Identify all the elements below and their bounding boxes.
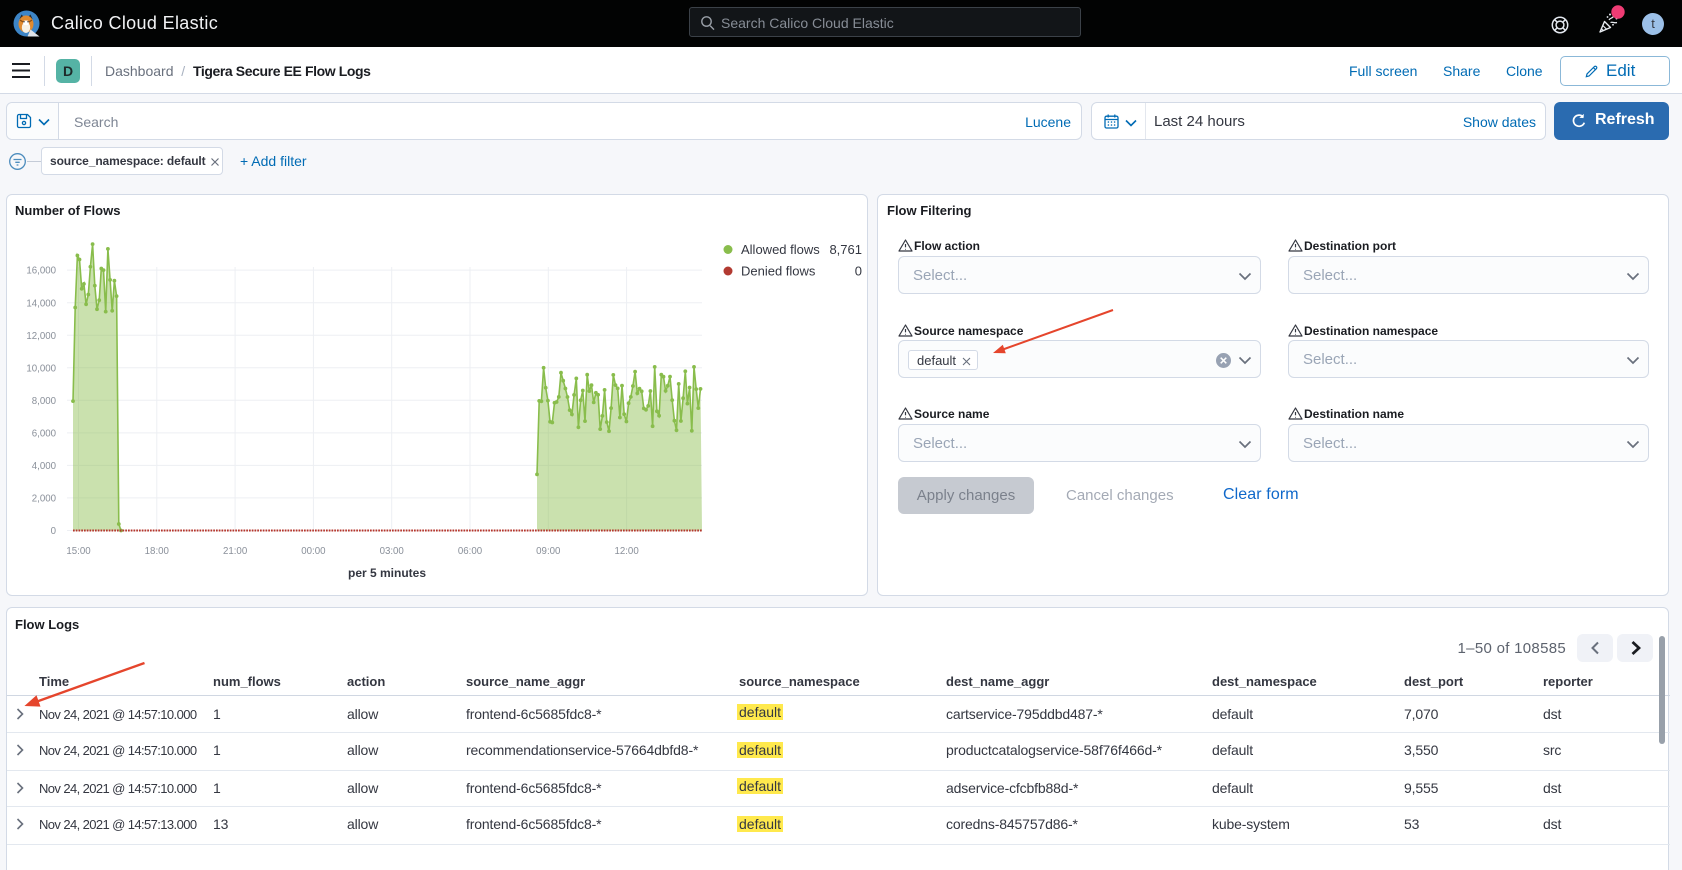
svg-text:Allowed flows: Allowed flows [741, 242, 820, 257]
svg-text:12,000: 12,000 [26, 331, 56, 342]
svg-text:Denied flows: Denied flows [741, 264, 816, 279]
svg-text:03:00: 03:00 [380, 546, 405, 557]
svg-text:21:00: 21:00 [223, 546, 248, 557]
svg-text:00:00: 00:00 [301, 546, 326, 557]
svg-text:16,000: 16,000 [26, 266, 56, 277]
svg-text:0: 0 [51, 526, 57, 537]
svg-text:8,761: 8,761 [829, 242, 862, 257]
svg-text:15:00: 15:00 [66, 546, 91, 557]
svg-text:0: 0 [855, 264, 862, 279]
svg-text:06:00: 06:00 [458, 546, 483, 557]
svg-text:10,000: 10,000 [26, 363, 56, 374]
svg-text:14,000: 14,000 [26, 298, 56, 309]
svg-text:6,000: 6,000 [32, 429, 57, 440]
svg-text:4,000: 4,000 [32, 461, 57, 472]
svg-text:12:00: 12:00 [614, 546, 639, 557]
svg-text:2,000: 2,000 [32, 494, 57, 505]
svg-text:09:00: 09:00 [536, 546, 561, 557]
svg-text:per 5 minutes: per 5 minutes [348, 566, 426, 580]
svg-text:8,000: 8,000 [32, 396, 57, 407]
svg-text:18:00: 18:00 [145, 546, 170, 557]
